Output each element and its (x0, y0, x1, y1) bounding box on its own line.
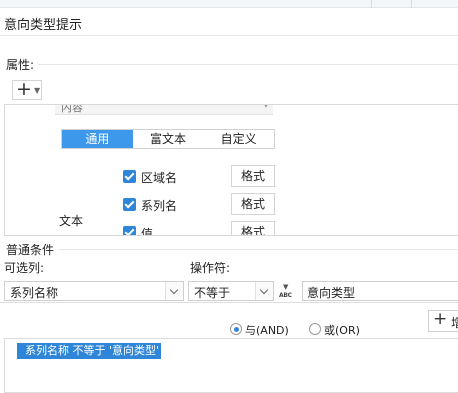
operator-select-value: 不等于 (194, 286, 231, 300)
condition-list: 系列名称 不等于 '意向类型' (4, 338, 458, 393)
tab-custom[interactable]: 自定义 (203, 130, 275, 148)
plus-icon: + (16, 78, 32, 100)
plus-icon: + (433, 309, 448, 329)
caret-down-icon: ▼ (34, 86, 41, 95)
checkbox-label: 系列名 (141, 199, 178, 213)
format-button-region-name[interactable]: 格式 (231, 165, 275, 187)
text-group-label: 文本 (59, 214, 84, 228)
radio-and[interactable] (230, 323, 242, 335)
condition-separator (58, 249, 458, 250)
tab-rich-text[interactable]: 富文本 (132, 130, 204, 148)
add-condition-button[interactable]: + 增 (428, 309, 458, 332)
column-select[interactable]: 系列名称 (4, 281, 184, 301)
checkbox-checked-icon (123, 170, 136, 183)
checkbox-label: 值 (141, 227, 154, 236)
radio-or-label[interactable]: 或(OR) (324, 322, 360, 338)
strip-divider (411, 0, 412, 8)
properties-separator (38, 64, 458, 65)
chevron-down-icon: ▼ (262, 104, 269, 109)
radio-or[interactable] (309, 323, 321, 335)
content-select-value: 内容 (61, 104, 83, 114)
background-window-strip (0, 0, 458, 8)
add-property-button[interactable]: + ▼ (12, 78, 42, 100)
checkbox-checked-icon (123, 198, 136, 211)
operator-label: 操作符: (190, 261, 231, 275)
strip-divider (371, 0, 372, 8)
condition-item[interactable]: 系列名称 不等于 '意向类型' (17, 343, 162, 359)
dialog-title: 意向类型提示 (4, 18, 83, 33)
operator-select[interactable]: 不等于 (188, 281, 274, 301)
condition-section-label: 普通条件 (6, 243, 55, 257)
abc-type-icon[interactable]: ▼ ABC (278, 283, 300, 301)
properties-pane: 内容 ▼ 通用 富文本 自定义 区域名 格式 系列名 格式 文本 值 格式 (4, 104, 458, 236)
dialog-titlebar: 意向类型提示 (0, 8, 458, 36)
add-condition-label: 增 (451, 316, 458, 330)
label-type-tabs: 通用 富文本 自定义 (61, 129, 275, 149)
format-button-value[interactable]: 格式 (231, 221, 275, 235)
condition-value-text: 意向类型 (307, 286, 356, 300)
properties-label: 属性: (6, 58, 35, 72)
chevron-down-icon[interactable] (165, 282, 183, 300)
chevron-down-icon[interactable] (255, 282, 273, 300)
format-button-series-name[interactable]: 格式 (231, 193, 275, 215)
chevron-down-icon: ▼ (283, 283, 289, 291)
column-select-value: 系列名称 (10, 286, 59, 300)
content-select[interactable]: 内容 ▼ (55, 104, 273, 115)
condition-value-input[interactable]: 意向类型 (302, 281, 458, 301)
column-label: 可选列: (4, 261, 45, 275)
abc-text-glyph: ABC (279, 292, 292, 299)
checkbox-checked-icon (123, 226, 136, 235)
checkbox-label: 区域名 (141, 171, 178, 185)
tab-general[interactable]: 通用 (62, 130, 133, 148)
radio-and-label[interactable]: 与(AND) (245, 322, 289, 338)
